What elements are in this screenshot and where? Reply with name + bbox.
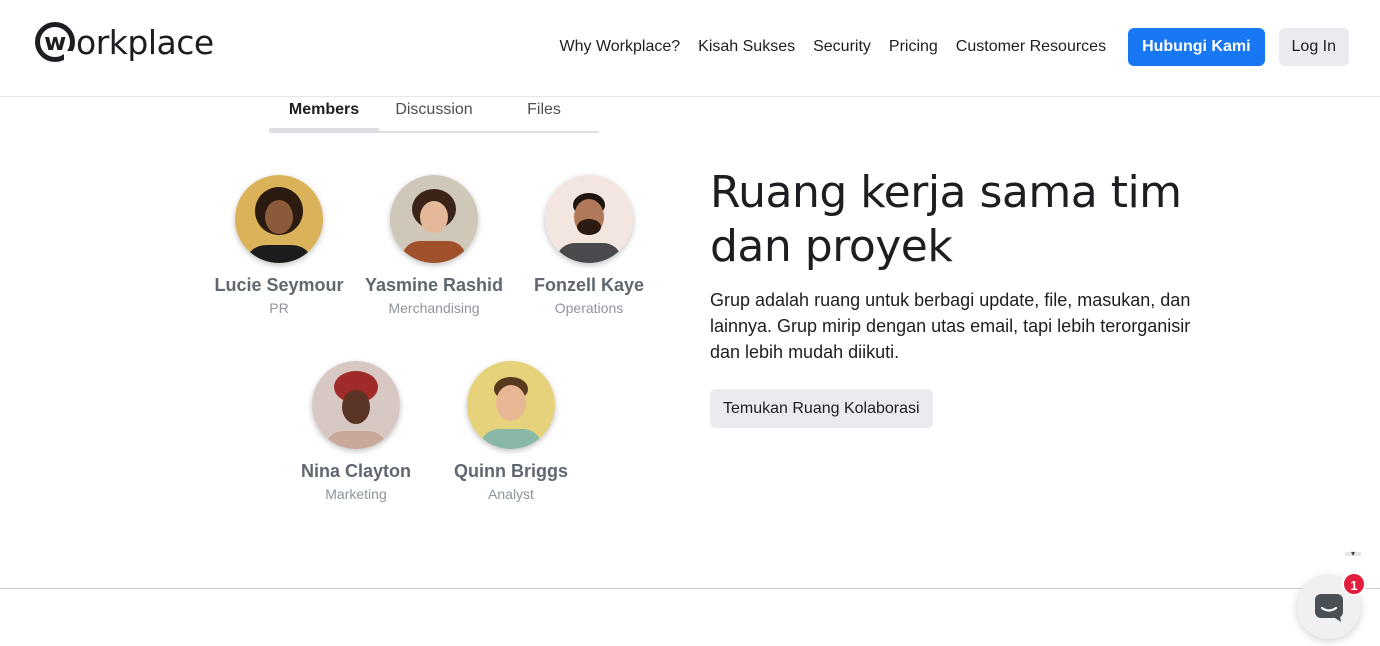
member-name: Quinn Briggs — [454, 461, 568, 481]
member-card: Yasmine Rashid Merchandising — [354, 175, 514, 316]
group-tabs: Members Discussion Files — [269, 97, 599, 133]
nav-kisah-sukses[interactable]: Kisah Sukses — [698, 38, 795, 56]
hero-description: Grup adalah ruang untuk berbagi update, … — [710, 290, 1191, 362]
member-name: Nina Clayton — [300, 461, 411, 481]
main-nav: Why Workplace? Kisah Sukses Security Pri… — [560, 28, 1349, 66]
section-divider — [0, 588, 1380, 589]
chat-bubble-icon — [1315, 594, 1343, 622]
avatar — [312, 361, 400, 449]
member-role: Operations — [554, 300, 624, 316]
member-name: Yasmine Rashid — [364, 275, 504, 295]
tab-files[interactable]: Files — [489, 97, 599, 131]
workplace-logo[interactable]: w orkplace — [35, 18, 214, 66]
find-collaboration-button[interactable]: Temukan Ruang Kolaborasi — [710, 389, 933, 428]
avatar — [467, 361, 555, 449]
avatar — [390, 175, 478, 263]
member-role: Marketing — [325, 486, 387, 502]
member-card: Quinn Briggs Analyst — [431, 361, 591, 502]
member-role: PR — [269, 300, 289, 316]
member-name: Lucie Seymour — [214, 275, 344, 295]
nav-why-workplace[interactable]: Why Workplace? — [560, 38, 681, 56]
contact-us-button[interactable]: Hubungi Kami — [1128, 28, 1265, 66]
member-card: Nina Clayton Marketing — [276, 361, 436, 502]
nav-security[interactable]: Security — [813, 38, 871, 56]
scroll-down-icon[interactable]: ▾ — [1345, 550, 1361, 558]
logo-mark: w — [35, 22, 76, 63]
nav-customer-resources[interactable]: Customer Resources — [956, 38, 1106, 56]
member-card: Fonzell Kaye Operations — [509, 175, 669, 316]
tab-members[interactable]: Members — [269, 97, 379, 131]
login-button[interactable]: Log In — [1278, 28, 1349, 66]
logo-text: orkplace — [76, 22, 214, 62]
site-header: w orkplace Why Workplace? Kisah Sukses S… — [0, 0, 1380, 97]
tab-discussion[interactable]: Discussion — [379, 97, 489, 131]
member-role: Analyst — [488, 486, 534, 502]
nav-pricing[interactable]: Pricing — [889, 38, 938, 56]
avatar — [235, 175, 323, 263]
notification-badge: 1 — [1342, 572, 1366, 596]
avatar — [545, 175, 633, 263]
member-role: Merchandising — [388, 300, 480, 316]
member-name: Fonzell Kaye — [533, 275, 645, 295]
member-card: Lucie Seymour PR — [199, 175, 359, 316]
hero-title: Ruang kerja sama tim dan proyek — [710, 167, 1182, 272]
page: w orkplace Why Workplace? Kisah Sukses S… — [0, 0, 1380, 646]
